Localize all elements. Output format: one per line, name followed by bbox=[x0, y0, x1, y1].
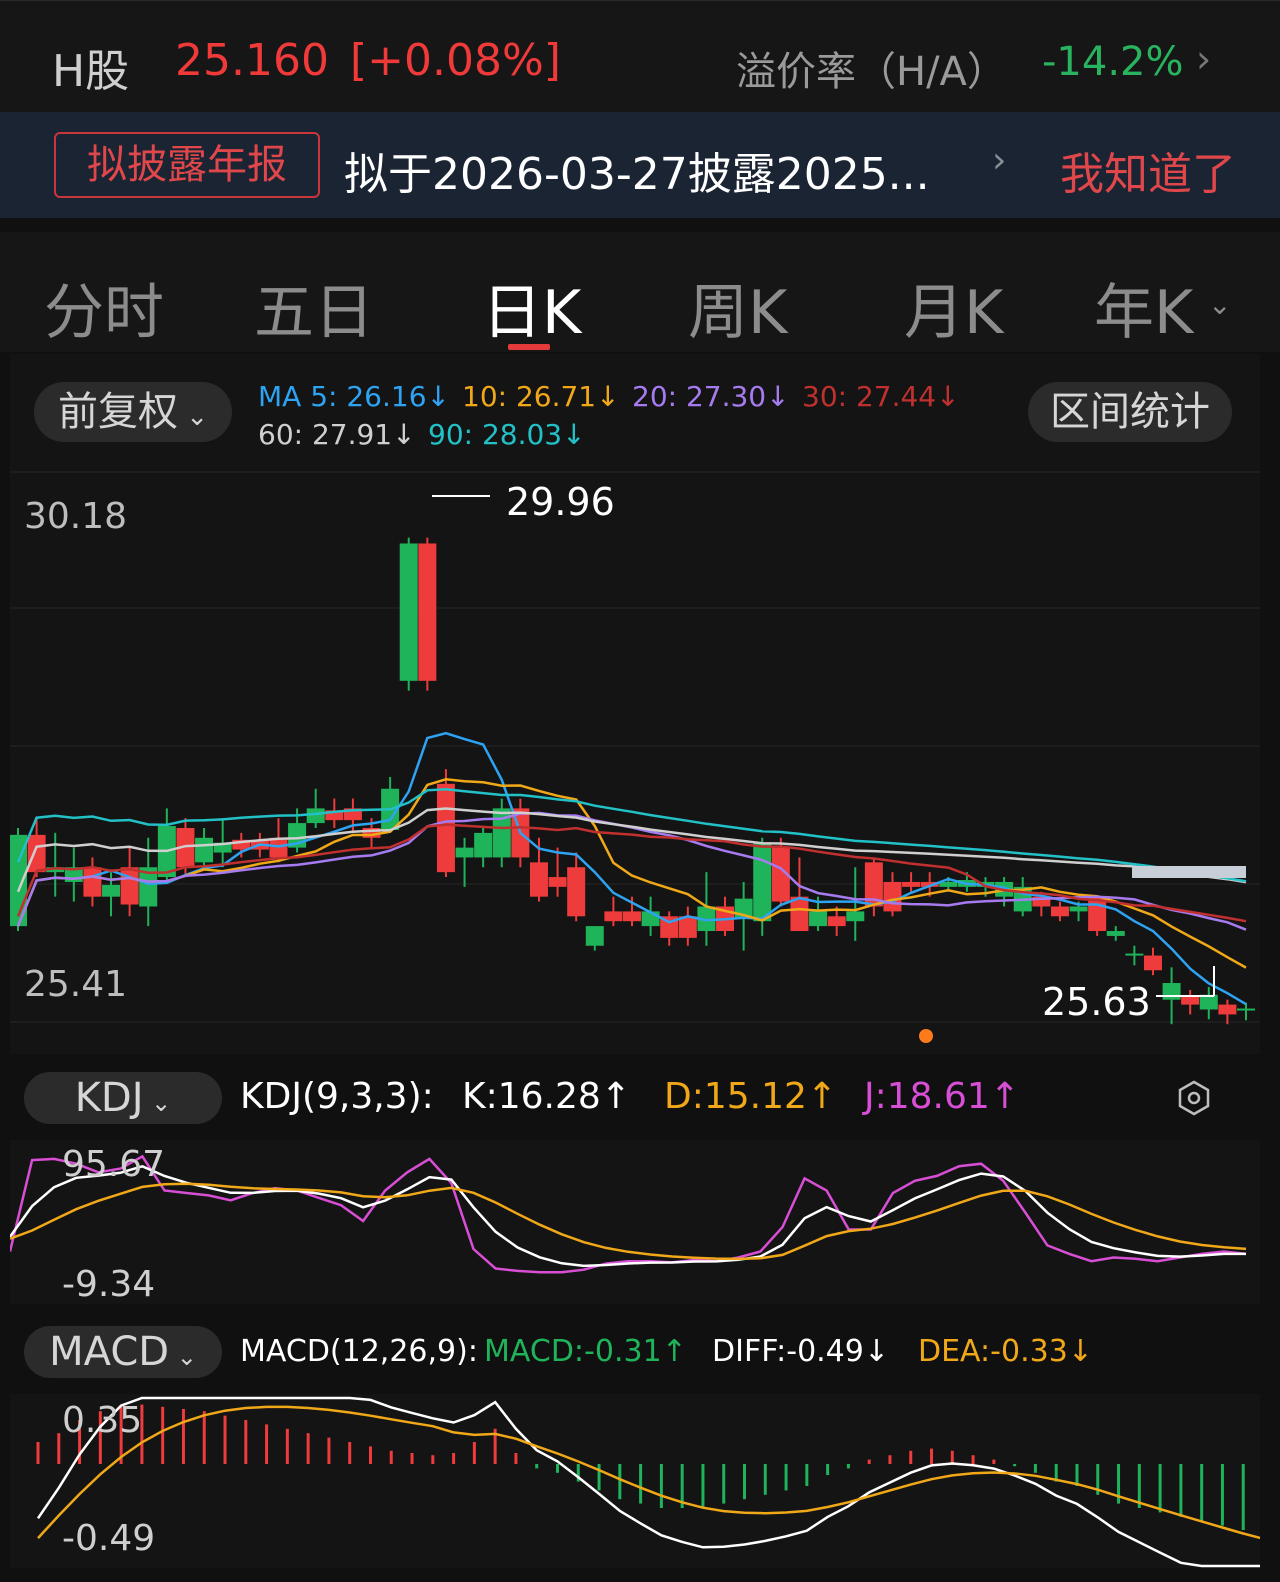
ma5-line bbox=[16, 731, 1247, 1006]
chevron-right-icon[interactable]: › bbox=[1196, 37, 1211, 81]
macd-diff-value: DIFF:-0.49↓ bbox=[712, 1334, 889, 1369]
tab-daily-k[interactable]: 日K bbox=[482, 264, 581, 351]
macd-params: MACD(12,26,9): bbox=[240, 1334, 478, 1369]
kdj-y-low: -9.34 bbox=[62, 1264, 156, 1305]
max-price-note: 29.96 bbox=[506, 480, 615, 524]
candle-body bbox=[939, 881, 958, 887]
candle-body bbox=[1162, 983, 1181, 1000]
candle-body bbox=[902, 881, 921, 887]
tab-monthly-k[interactable]: 月K bbox=[904, 264, 1003, 351]
h-share-change: [+0.08%] bbox=[350, 35, 561, 86]
candle-body bbox=[418, 543, 437, 681]
candle-body bbox=[1237, 1008, 1255, 1011]
candle-body bbox=[195, 837, 214, 863]
period-tabs: 分时 五日 日K 周K 月K 年K ⌄ bbox=[0, 232, 1280, 352]
dismiss-button[interactable]: 我知道了 bbox=[1060, 138, 1236, 202]
kdj-j-line bbox=[10, 1154, 1247, 1274]
macd-header: MACD ⌄ MACD(12,26,9): MACD:-0.31↑ DIFF:-… bbox=[0, 1310, 1280, 1394]
scroll-position-dot bbox=[919, 1029, 933, 1043]
candle-body bbox=[604, 911, 623, 922]
candle-body bbox=[585, 926, 604, 946]
macd-y-high: 0.35 bbox=[62, 1400, 143, 1441]
h-share-bar[interactable]: H股 25.160 [+0.08%] 溢价率（H/A） -14.2% › bbox=[0, 0, 1280, 112]
candle-body bbox=[883, 881, 902, 912]
notice-message[interactable]: 拟于2026-03-27披露2025... bbox=[344, 138, 984, 202]
chevron-down-icon: ⌄ bbox=[169, 1343, 197, 1371]
kdj-plot bbox=[10, 1154, 1247, 1274]
macd-selector[interactable]: MACD ⌄ bbox=[24, 1326, 222, 1378]
kline-chart[interactable]: 前复权 ⌄ MA 5: 26.16↓ 10: 26.71↓ 20: 27.30↓… bbox=[10, 354, 1260, 1054]
macd-plot bbox=[36, 1396, 1260, 1568]
macd-panel[interactable]: 0.35 -0.49 bbox=[10, 1394, 1260, 1568]
candle-body bbox=[548, 877, 567, 887]
candle-body bbox=[827, 916, 846, 927]
premium-value: -14.2% bbox=[1042, 39, 1184, 85]
candle-body bbox=[120, 867, 139, 905]
candle-body bbox=[529, 862, 548, 897]
chevron-down-icon[interactable]: ⌄ bbox=[1208, 288, 1231, 321]
candle-body bbox=[1069, 906, 1088, 912]
settings-icon[interactable] bbox=[1176, 1080, 1212, 1116]
kdj-panel[interactable]: 95.67 -9.34 bbox=[10, 1140, 1260, 1305]
candlestick-plot bbox=[10, 471, 1260, 1043]
chevron-right-icon[interactable]: › bbox=[992, 140, 1006, 181]
kdj-d-value: D:15.12↑ bbox=[664, 1076, 838, 1117]
tab-yearly-k[interactable]: 年K bbox=[1094, 264, 1193, 351]
y-axis-high: 30.18 bbox=[24, 496, 128, 537]
tab-intraday[interactable]: 分时 bbox=[44, 264, 164, 351]
notice-bar: 拟披露年报 拟于2026-03-27披露2025... › 我知道了 bbox=[0, 112, 1280, 218]
candle-body bbox=[1218, 1004, 1237, 1015]
tab-weekly-k[interactable]: 周K bbox=[688, 264, 787, 351]
candle-body bbox=[83, 867, 102, 897]
candle-body bbox=[1143, 955, 1162, 971]
macd-y-low: -0.49 bbox=[62, 1518, 156, 1559]
candle-body bbox=[27, 834, 46, 873]
candle-body bbox=[306, 808, 325, 824]
kdj-y-high: 95.67 bbox=[62, 1144, 166, 1185]
premium-label: 溢价率（H/A） bbox=[736, 49, 1007, 95]
kdj-header: KDJ ⌄ KDJ(9,3,3): K:16.28↑ D:15.12↑ J:18… bbox=[0, 1058, 1280, 1142]
kdj-k-value: K:16.28↑ bbox=[462, 1076, 631, 1117]
ma10-line bbox=[16, 778, 1247, 969]
candle-body bbox=[1125, 953, 1144, 956]
kdj-params: KDJ(9,3,3): bbox=[240, 1076, 434, 1117]
h-share-label: H股 bbox=[52, 46, 130, 97]
candle-body bbox=[102, 884, 121, 897]
notice-tag: 拟披露年报 bbox=[54, 132, 320, 198]
active-tab-indicator bbox=[508, 344, 550, 350]
h-share-price: 25.160 bbox=[175, 35, 329, 86]
candle-body bbox=[1106, 931, 1125, 936]
candle-body bbox=[809, 911, 828, 927]
y-axis-low: 25.41 bbox=[24, 964, 128, 1005]
candle-body bbox=[1050, 906, 1069, 917]
candle-body bbox=[455, 847, 474, 858]
kdj-j-value: J:18.61↑ bbox=[864, 1076, 1020, 1117]
tab-five-day[interactable]: 五日 bbox=[254, 264, 374, 351]
candle-body bbox=[790, 896, 809, 932]
chevron-down-icon: ⌄ bbox=[143, 1089, 172, 1117]
min-price-note: 25.63 bbox=[1042, 980, 1151, 1024]
macd-selector-label: MACD bbox=[49, 1329, 170, 1375]
candle-body bbox=[1181, 996, 1200, 1005]
candle-body bbox=[436, 783, 455, 873]
macd-value: MACD:-0.31↑ bbox=[484, 1334, 687, 1369]
macd-dea-value: DEA:-0.33↓ bbox=[918, 1334, 1093, 1369]
candle-body bbox=[753, 842, 772, 922]
price-level-highlight bbox=[1132, 866, 1246, 878]
candle-body bbox=[474, 832, 493, 858]
kdj-selector-label: KDJ bbox=[74, 1075, 144, 1121]
candle-body bbox=[399, 543, 418, 681]
kdj-selector[interactable]: KDJ ⌄ bbox=[24, 1072, 222, 1124]
candle-body bbox=[623, 911, 641, 922]
candle-body bbox=[846, 911, 865, 922]
candle-body bbox=[567, 867, 586, 917]
